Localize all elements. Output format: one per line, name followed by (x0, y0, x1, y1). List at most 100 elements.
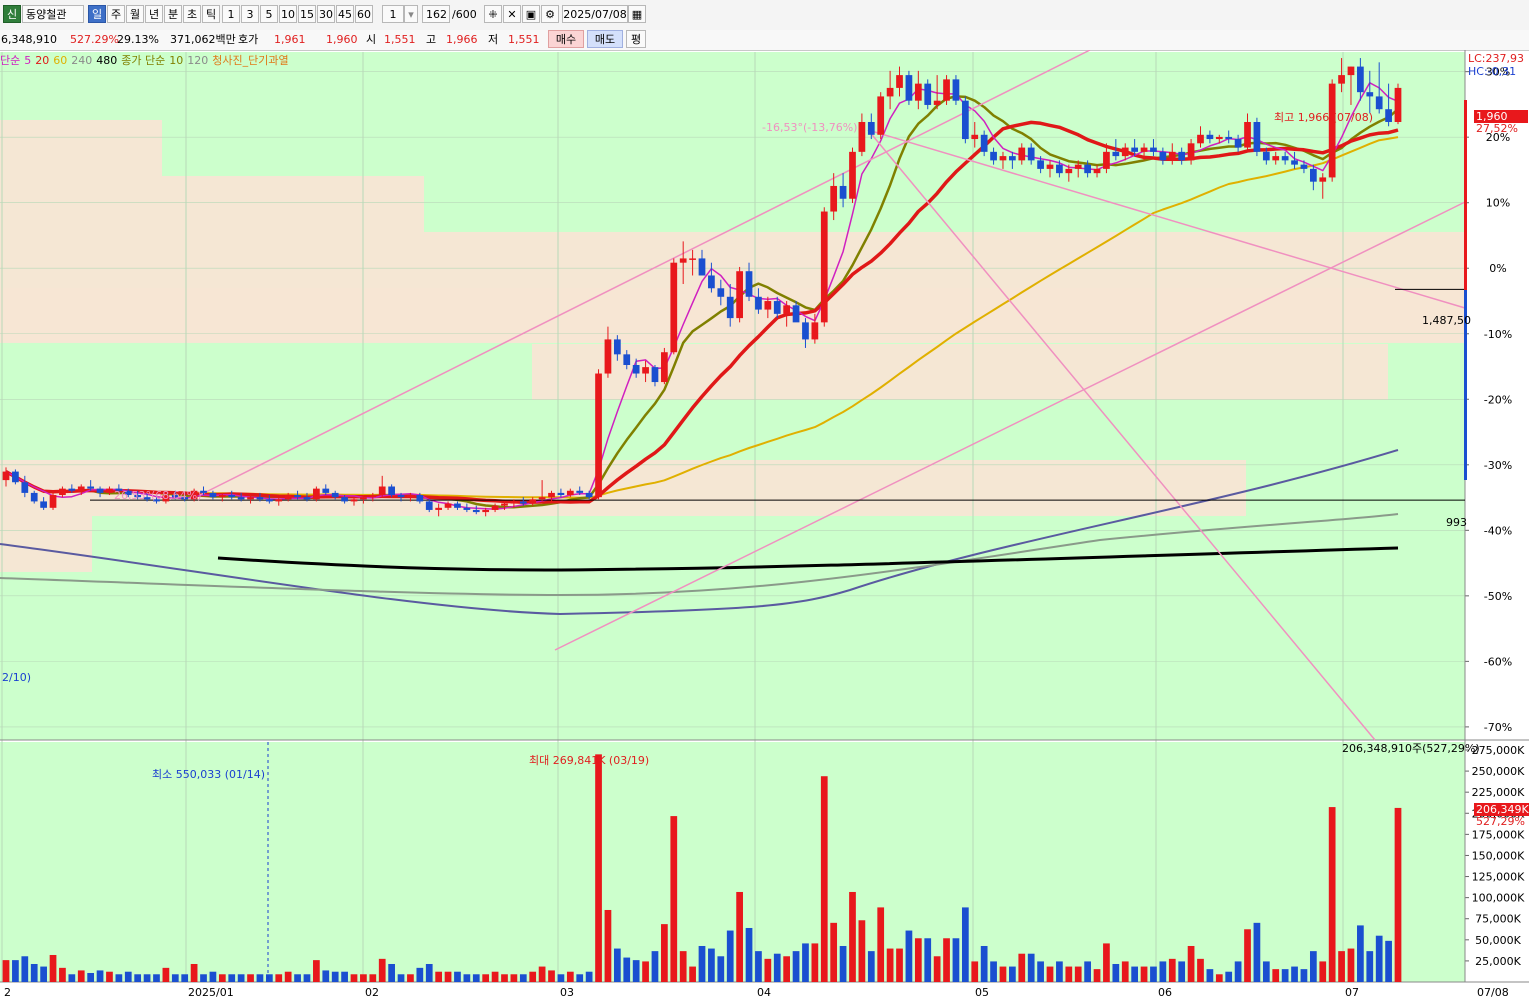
volume-bar (331, 971, 339, 982)
interval-tab-30[interactable]: 30 (317, 5, 335, 23)
volume-bar (407, 974, 414, 982)
volume-bar (538, 966, 546, 982)
period-tab-2[interactable]: 월 (126, 5, 144, 23)
candle-body (388, 486, 395, 496)
trend-left-label: 26,53°(68,64%) (114, 489, 202, 502)
interval-tab-1[interactable]: 1 (222, 5, 240, 23)
volume-bar (435, 971, 443, 982)
volume-bar (642, 961, 649, 982)
candle-body (1112, 151, 1120, 157)
volume-bar (1215, 974, 1223, 982)
volume-bar (444, 971, 452, 982)
volume-bar (369, 974, 377, 982)
candle-body (21, 482, 29, 493)
candle-body (209, 492, 217, 498)
candle-body (275, 499, 283, 502)
candle-body (1187, 143, 1195, 161)
legend-ma-label: 단순 (0, 54, 21, 67)
period-tab-1[interactable]: 주 (107, 5, 125, 23)
volume-bar (322, 970, 330, 982)
volume-bar (764, 958, 772, 982)
draw-tool-icon[interactable]: ✕ (503, 5, 521, 23)
interval-tab-45[interactable]: 45 (336, 5, 354, 23)
lc-value: LC:237,93 (1468, 52, 1525, 65)
interval-tab-10[interactable]: 10 (279, 5, 297, 23)
calendar-icon[interactable]: ▦ (628, 5, 646, 23)
volume-bar (1366, 951, 1374, 982)
candle-body (247, 497, 254, 500)
candle-body (576, 490, 584, 493)
volume-profile-band (0, 516, 92, 572)
candle-body (886, 87, 894, 97)
volume-bar (209, 971, 217, 982)
volume-profile-band (0, 120, 162, 176)
volume-bar (1338, 951, 1345, 982)
candle-body (30, 492, 38, 502)
sell-button[interactable]: 매도 (587, 30, 623, 48)
candle-body (1215, 136, 1223, 140)
legend-ma60: 60 (53, 54, 68, 67)
candle-body (341, 497, 348, 502)
volume-bar (661, 924, 668, 982)
candle-body (1206, 134, 1214, 140)
volume-bar (971, 961, 979, 982)
volume-bar (454, 971, 461, 982)
candle-body (613, 339, 621, 355)
date-input[interactable]: 2025/07/08 (562, 5, 628, 23)
volume-bar (1187, 945, 1195, 982)
volume-bar (463, 974, 471, 982)
price-volume-chart[interactable]: 30%20%10%0%-10%-20%-30%-40%-50%-60%-70%2… (0, 50, 1529, 1004)
volume-axis-tick-label: 75,000K (1475, 913, 1521, 926)
legend-vol-label: 종가 단순 (121, 54, 166, 67)
chart-toolbar: 신 동양철관 일주월년분초틱 1 3 5 10 15 30 45 60 1 ▾ 162 /60… (0, 0, 1529, 31)
volume-bar (905, 930, 913, 982)
legend-ma480: 480 (96, 54, 118, 67)
period-tab-0[interactable]: 일 (88, 5, 106, 23)
candle-body (237, 497, 245, 500)
crosshair-icon[interactable]: ⁜ (484, 5, 502, 23)
candle-body (303, 497, 311, 500)
buy-button[interactable]: 매수 (548, 30, 584, 48)
unit-dropdown-icon[interactable]: ▾ (404, 5, 418, 23)
volume-bar (670, 816, 678, 982)
candle-body (585, 492, 593, 498)
volume-bar (924, 938, 932, 982)
volume-bar (736, 891, 743, 982)
save-icon[interactable]: ▣ (522, 5, 540, 23)
candle-body (1375, 96, 1383, 110)
volume-axis-tick-label: 50,000K (1475, 934, 1521, 947)
volume-bar (849, 891, 856, 982)
volume-bar (877, 907, 885, 982)
candle-body (519, 501, 527, 504)
period-tab-5[interactable]: 초 (183, 5, 201, 23)
period-tab-6[interactable]: 틱 (202, 5, 220, 23)
unit-input[interactable]: 1 (382, 5, 404, 23)
period-tab-3[interactable]: 년 (145, 5, 163, 23)
volume-bar (1037, 961, 1044, 982)
candle-body (1140, 147, 1148, 152)
count-input[interactable]: 162 (422, 5, 450, 23)
candle-body (360, 497, 367, 500)
gear-icon[interactable]: ⚙ (541, 5, 559, 23)
interval-tab-5[interactable]: 5 (260, 5, 278, 23)
candle-body (858, 122, 866, 152)
candle-body (472, 509, 480, 513)
period-tab-4[interactable]: 분 (164, 5, 182, 23)
volume-bar (1309, 951, 1317, 982)
stock-name-field[interactable]: 동양철관 (22, 5, 84, 23)
candle-body (218, 495, 226, 498)
volume-bar (811, 943, 819, 982)
eval-button[interactable]: 평 (626, 30, 646, 48)
candle-body (1234, 139, 1242, 148)
interval-tab-60[interactable]: 60 (355, 5, 373, 23)
candle-body (407, 495, 414, 498)
volume-bar (228, 974, 236, 982)
price-axis-tick-label: -50% (1484, 590, 1512, 603)
legend-ma20: 20 (35, 54, 50, 67)
candle-body (980, 134, 988, 152)
candle-body (331, 492, 339, 498)
low-price: 1,551 (508, 33, 540, 46)
interval-tab-15[interactable]: 15 (298, 5, 316, 23)
interval-tab-3[interactable]: 3 (241, 5, 259, 23)
volume-bar (2, 960, 10, 982)
